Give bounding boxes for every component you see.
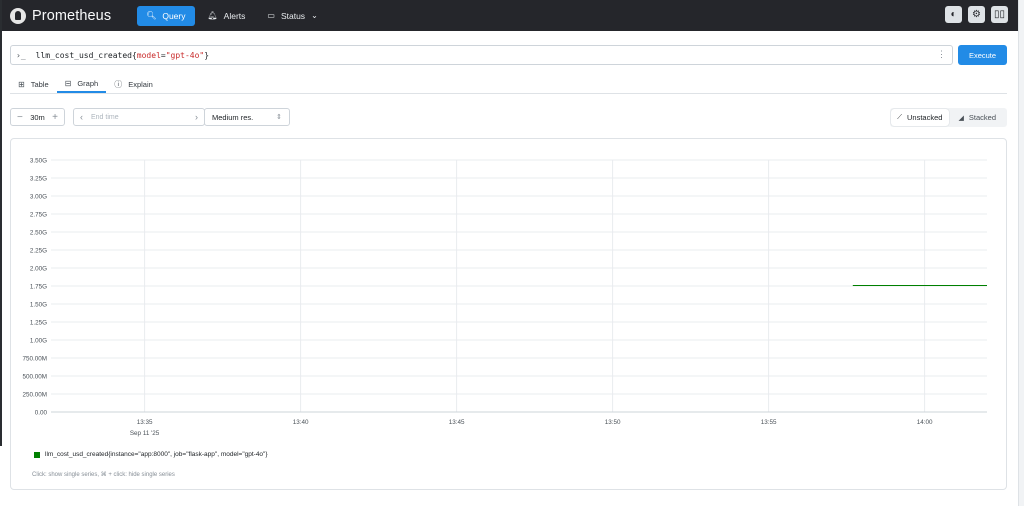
table-icon: ⊞ xyxy=(18,79,25,89)
settings-icon[interactable]: ⚙ xyxy=(968,6,985,23)
resolution-select[interactable]: Medium res. ⇕ xyxy=(204,108,290,126)
decrease-range-button[interactable]: − xyxy=(17,112,23,123)
expression-metric: llm_cost_usd_created xyxy=(35,50,132,60)
y-tick-label: 750.00M xyxy=(22,356,47,363)
graph-controls: − 30m + ‹ End time › Medium res. ⇕ ⟋ Uns… xyxy=(10,108,1007,127)
y-tick-label: 500.00M xyxy=(22,374,47,381)
nav-status[interactable]: ▭ Status ⌄ xyxy=(258,6,326,26)
graph-icon: ⊟ xyxy=(64,78,72,88)
legend-hint: Click: show single series, ⌘ + click: hi… xyxy=(32,472,175,478)
graph-panel: 3.50G 3.25G 3.00G 2.75G 2.50G 2.25G 2.00G 1.75G… xyxy=(10,138,1007,490)
y-tick-label: 2.50G xyxy=(30,230,47,237)
expression-label-name: model xyxy=(136,50,161,60)
query-row: ›_ llm_cost_usd_created { model = "gpt-4… xyxy=(10,45,1007,65)
stacked-label: Stacked xyxy=(968,113,996,122)
x-tick-date-label: Sep 11 '25 xyxy=(130,430,160,437)
tab-explain[interactable]: ⓘ Explain xyxy=(106,75,161,93)
tab-table-label: Table xyxy=(30,79,49,89)
x-tick-label: 13:50 xyxy=(605,419,621,426)
expression-input[interactable]: ›_ llm_cost_usd_created { model = "gpt-4… xyxy=(10,45,953,65)
y-tick-label: 1.00G xyxy=(30,338,47,345)
result-tabs: ⊞ Table ⊟ Graph ⓘ Explain xyxy=(10,75,1007,94)
chevron-left-icon[interactable]: ‹ xyxy=(80,112,83,122)
chevron-right-icon[interactable]: › xyxy=(195,112,198,122)
search-icon: 🔍︎ xyxy=(146,11,157,20)
nav-alerts-label: Alerts xyxy=(223,10,246,21)
info-icon: ⓘ xyxy=(114,79,123,89)
docs-book-icon[interactable]: ▯▯ xyxy=(991,6,1008,23)
server-icon: ▭ xyxy=(267,11,275,20)
resolution-value: Medium res. xyxy=(212,112,254,122)
x-tick-label: 13:40 xyxy=(293,419,309,426)
window-edge xyxy=(0,0,2,446)
legend-series-label: llm_cost_usd_created{instance="app:8000"… xyxy=(45,451,268,458)
unstacked-label: Unstacked xyxy=(906,113,943,122)
y-tick-label: 3.50G xyxy=(30,158,47,165)
increase-range-button[interactable]: + xyxy=(52,112,58,123)
nav-query[interactable]: 🔍︎ Query xyxy=(137,5,195,26)
y-tick-label: 1.25G xyxy=(30,320,47,327)
select-chevron-icon: ⇕ xyxy=(276,114,282,121)
range-value: 30m xyxy=(30,112,45,122)
nav-query-label: Query xyxy=(162,10,186,21)
scrollbar[interactable] xyxy=(1018,0,1024,506)
y-tick-label: 250.00M xyxy=(22,392,47,399)
tab-explain-label: Explain xyxy=(128,79,153,89)
more-options-icon[interactable]: ⋮ xyxy=(937,50,946,60)
time-series-chart[interactable]: 3.50G 3.25G 3.00G 2.75G 2.50G 2.25G 2.00G 1.75G… xyxy=(11,139,1008,444)
tab-graph-label: Graph xyxy=(77,78,99,88)
brand-name: Prometheus xyxy=(32,7,112,24)
execute-button[interactable]: Execute xyxy=(958,45,1007,65)
end-time-picker[interactable]: ‹ End time › xyxy=(73,108,205,126)
bell-icon: 🔔︎ xyxy=(207,11,218,20)
y-tick-label: 0.00 xyxy=(35,410,48,417)
legend-item[interactable]: llm_cost_usd_created{instance="app:8000"… xyxy=(34,451,268,458)
y-tick-label: 3.00G xyxy=(30,194,47,201)
range-input[interactable]: − 30m + xyxy=(10,108,65,126)
stack-mode-toggle: ⟋ Unstacked ◢ Stacked xyxy=(890,108,1007,127)
x-tick-label: 14:00 xyxy=(917,419,933,426)
theme-toggle-icon[interactable]: ◐ xyxy=(945,6,962,23)
x-tick-label: 13:35 xyxy=(137,419,153,426)
brace-close: } xyxy=(204,50,210,60)
y-tick-label: 1.75G xyxy=(30,284,47,291)
y-tick-label: 2.00G xyxy=(30,266,47,273)
legend-swatch xyxy=(34,451,40,458)
prometheus-logo-icon xyxy=(10,7,26,24)
y-tick-label: 2.75G xyxy=(30,212,47,219)
nav-status-label: Status xyxy=(280,10,306,21)
chevron-down-icon: ⌄ xyxy=(311,11,318,20)
stacked-button[interactable]: ◢ Stacked xyxy=(949,109,1007,126)
nav-alerts[interactable]: 🔔︎ Alerts xyxy=(199,6,255,26)
tab-graph[interactable]: ⊟ Graph xyxy=(56,75,107,93)
x-tick-label: 13:55 xyxy=(761,419,777,426)
line-chart-icon: ⟋ xyxy=(897,113,902,121)
y-tick-label: 1.50G xyxy=(30,302,47,309)
tab-table[interactable]: ⊞ Table xyxy=(10,75,57,93)
brand[interactable]: Prometheus xyxy=(10,7,112,24)
area-chart-icon: ◢ xyxy=(958,114,964,122)
x-tick-label: 13:45 xyxy=(449,419,465,426)
unstacked-button[interactable]: ⟋ Unstacked xyxy=(891,109,949,126)
expression-label-value: "gpt-4o" xyxy=(165,50,205,60)
y-tick-label: 2.25G xyxy=(30,248,47,255)
end-time-placeholder: End time xyxy=(91,113,119,121)
prompt-icon: ›_ xyxy=(16,50,26,60)
top-navbar: Prometheus 🔍︎ Query 🔔︎ Alerts ▭ Status ⌄… xyxy=(2,0,1018,31)
y-tick-label: 3.25G xyxy=(30,176,47,183)
